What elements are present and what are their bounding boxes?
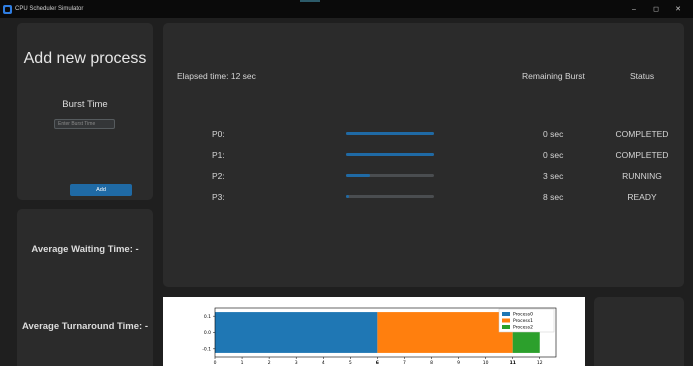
side-panel — [594, 297, 684, 366]
process-name: P3: — [212, 192, 225, 202]
process-progress-bar — [346, 153, 434, 156]
metrics-panel: Average Waiting Time: - Average Turnarou… — [17, 209, 153, 366]
x-tick-label: 8 — [430, 360, 433, 366]
gantt-bar-process1 — [377, 312, 513, 353]
process-remaining-burst: 8 sec — [543, 192, 564, 202]
process-remaining-burst: 0 sec — [543, 129, 564, 139]
x-tick-label: 6 — [376, 360, 379, 366]
elapsed-time: Elapsed time: 12 sec — [177, 71, 256, 81]
legend-swatch — [502, 318, 510, 323]
process-status: COMPLETED — [615, 150, 669, 160]
process-progress-fill — [346, 195, 349, 198]
process-progress-bar — [346, 174, 434, 177]
close-button[interactable]: ✕ — [667, 0, 689, 18]
x-tick-label: 4 — [322, 360, 325, 366]
process-name: P2: — [212, 171, 225, 181]
process-progress-bar — [346, 132, 434, 135]
x-tick-label: 10 — [483, 360, 489, 366]
legend-swatch — [502, 325, 510, 329]
process-name: P1: — [212, 150, 225, 160]
y-tick-label: 0.1 — [204, 314, 211, 320]
process-status: RUNNING — [622, 171, 662, 181]
process-progress-fill — [346, 174, 370, 177]
title-bar: CPU Scheduler Simulator – ◻ ✕ — [0, 0, 693, 18]
process-progress-fill — [346, 153, 434, 156]
y-tick-label: 0.0 — [204, 330, 211, 336]
window-title: CPU Scheduler Simulator — [15, 6, 84, 12]
x-tick-label: 7 — [403, 360, 406, 366]
y-tick-label: -0.1 — [202, 346, 211, 352]
legend-label: Process1 — [513, 318, 533, 324]
burst-time-label: Burst Time — [62, 99, 108, 110]
x-tick-label: 2 — [268, 360, 271, 366]
average-waiting-time: Average Waiting Time: - — [31, 244, 139, 255]
x-tick-label: 12 — [537, 360, 543, 366]
burst-time-input[interactable] — [54, 119, 115, 129]
gantt-chart-svg: 0.10.0-0.10 1 2 3 4 5 6 7 8 9 10 11 12Process0Proces… — [202, 307, 557, 366]
process-status: READY — [627, 192, 657, 202]
x-tick-label: 5 — [349, 360, 352, 366]
process-progress-bar — [346, 195, 434, 198]
gantt-chart: 0.1 0.0 -0.1 0 1 2 3 4 5 6 7 8 9 10 11 12 Process0 Proces… — [163, 297, 585, 366]
average-turnaround-time: Average Turnaround Time: - — [22, 321, 148, 332]
process-status: COMPLETED — [615, 129, 669, 139]
minimize-button[interactable]: – — [623, 0, 645, 18]
status-header: Status — [630, 71, 655, 81]
remaining-burst-header: Remaining Burst — [522, 71, 585, 81]
legend-label: Process2 — [513, 325, 533, 331]
process-remaining-burst: 0 sec — [543, 150, 564, 160]
add-process-panel: Add new process Burst Time Add — [17, 23, 153, 200]
x-tick-label: 11 — [510, 360, 516, 366]
process-name: P0: — [212, 129, 225, 139]
app-icon — [3, 4, 12, 14]
add-button[interactable]: Add — [70, 184, 132, 196]
process-status-panel: Elapsed time: 12 sec Remaining Burst Sta… — [163, 23, 684, 287]
maximize-button[interactable]: ◻ — [645, 0, 667, 18]
legend-label: Process0 — [513, 312, 533, 318]
add-process-title: Add new process — [23, 50, 147, 67]
process-remaining-burst: 3 sec — [543, 171, 564, 181]
x-tick-label: 0 — [214, 360, 217, 366]
process-progress-fill — [346, 132, 434, 135]
gantt-bar-process0 — [215, 312, 378, 353]
x-tick-label: 9 — [457, 360, 460, 366]
x-tick-label: 1 — [241, 360, 244, 366]
x-tick-label: 3 — [295, 360, 298, 366]
titlebar-accent — [300, 0, 320, 2]
legend-swatch — [502, 312, 510, 316]
